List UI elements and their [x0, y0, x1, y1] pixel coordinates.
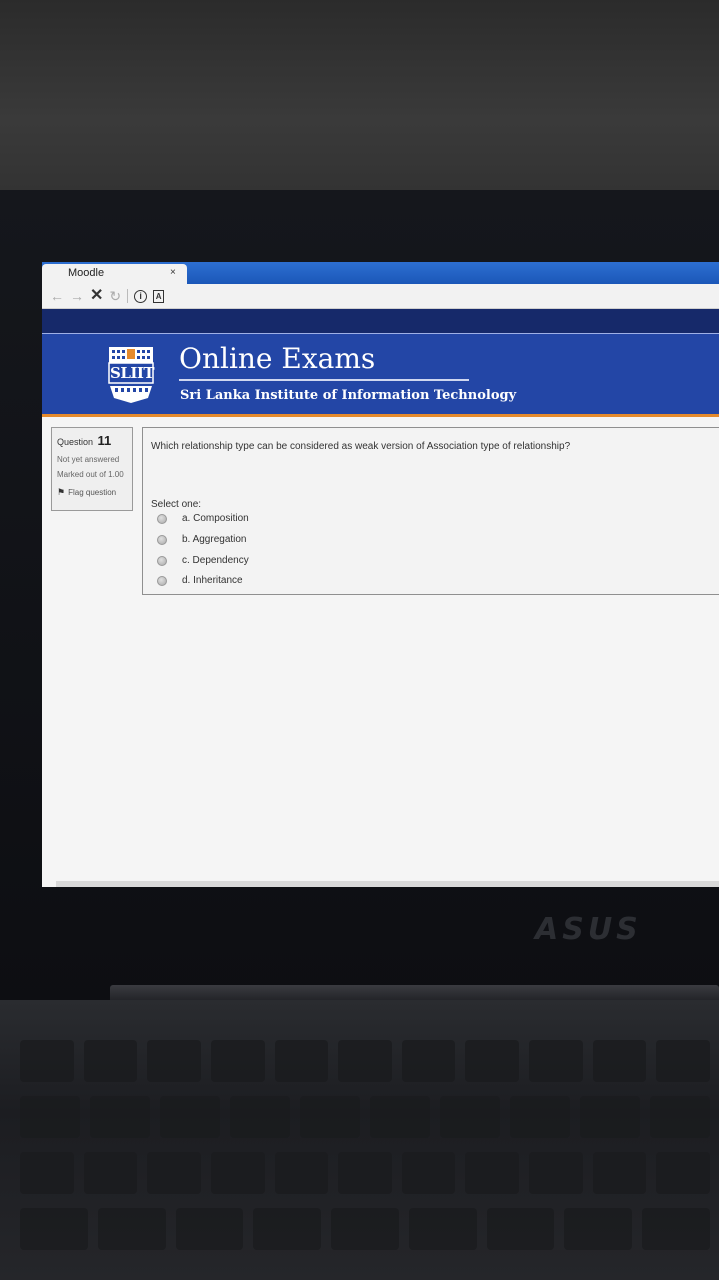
page-bottom-bar [56, 881, 719, 887]
question-marks: Marked out of 1.00 [57, 470, 124, 479]
page-icon[interactable]: A [153, 289, 165, 303]
question-label: Question [57, 437, 94, 447]
flag-question-label[interactable]: Flag question [68, 488, 116, 497]
option-label[interactable]: b. Aggregation [182, 534, 247, 545]
tab-title: Moodle [68, 267, 105, 279]
radio-button[interactable] [157, 534, 167, 545]
radio-button[interactable] [157, 513, 167, 524]
option-label[interactable]: d. Inheritance [182, 575, 243, 586]
site-banner: SLIIT Online Exams Sri Lanka Institute o… [42, 334, 719, 417]
question-status: Not yet answered [57, 455, 120, 464]
radio-button[interactable] [157, 575, 167, 586]
toolbar-separator [127, 289, 129, 303]
question-info-panel: Question 11 Not yet answered Marked out … [51, 427, 133, 511]
answer-option-a[interactable]: a. Composition [157, 513, 249, 524]
site-top-band [42, 309, 719, 334]
reload-icon[interactable]: ↻ [109, 289, 121, 303]
question-box: Which relationship type can be considere… [142, 427, 719, 595]
answer-option-d[interactable]: d. Inheritance [157, 575, 243, 586]
info-icon[interactable]: i [134, 289, 148, 303]
answer-option-b[interactable]: b. Aggregation [157, 534, 247, 545]
answer-option-c[interactable]: c. Dependency [157, 555, 249, 566]
title-divider [179, 379, 469, 381]
flag-icon[interactable]: ⚑ [57, 487, 65, 497]
select-one-prompt: Select one: [151, 499, 202, 510]
question-text: Which relationship type can be considere… [151, 441, 571, 452]
option-label[interactable]: a. Composition [182, 513, 249, 524]
tab-close-icon[interactable]: × [170, 267, 176, 278]
stop-icon[interactable]: ✕ [90, 288, 103, 304]
brand-logo: ASUS [535, 912, 642, 947]
question-number: 11 [97, 433, 112, 448]
flag-question-link[interactable]: ⚑ Flag question [57, 487, 132, 498]
back-icon[interactable]: ← [50, 289, 64, 303]
sliit-logo: SLIIT [108, 346, 155, 404]
site-subtitle: Sri Lanka Institute of Information Techn… [180, 388, 517, 403]
forward-icon[interactable]: → [70, 289, 84, 303]
option-label[interactable]: c. Dependency [182, 555, 249, 566]
keyboard-keys [20, 1040, 711, 1264]
browser-toolbar: ← → ✕ ↻ i A [42, 284, 719, 309]
site-title[interactable]: Online Exams [179, 342, 375, 375]
logo-text: SLIIT [110, 364, 155, 382]
radio-button[interactable] [157, 555, 167, 566]
browser-tab[interactable]: Moodle × [42, 264, 187, 284]
quiz-content: Question 11 Not yet answered Marked out … [42, 417, 719, 887]
laptop-screen: Moodle × ← → ✕ ↻ i A SLIIT Online Exams … [42, 262, 719, 887]
browser-tab-bar: Moodle × [42, 262, 719, 284]
